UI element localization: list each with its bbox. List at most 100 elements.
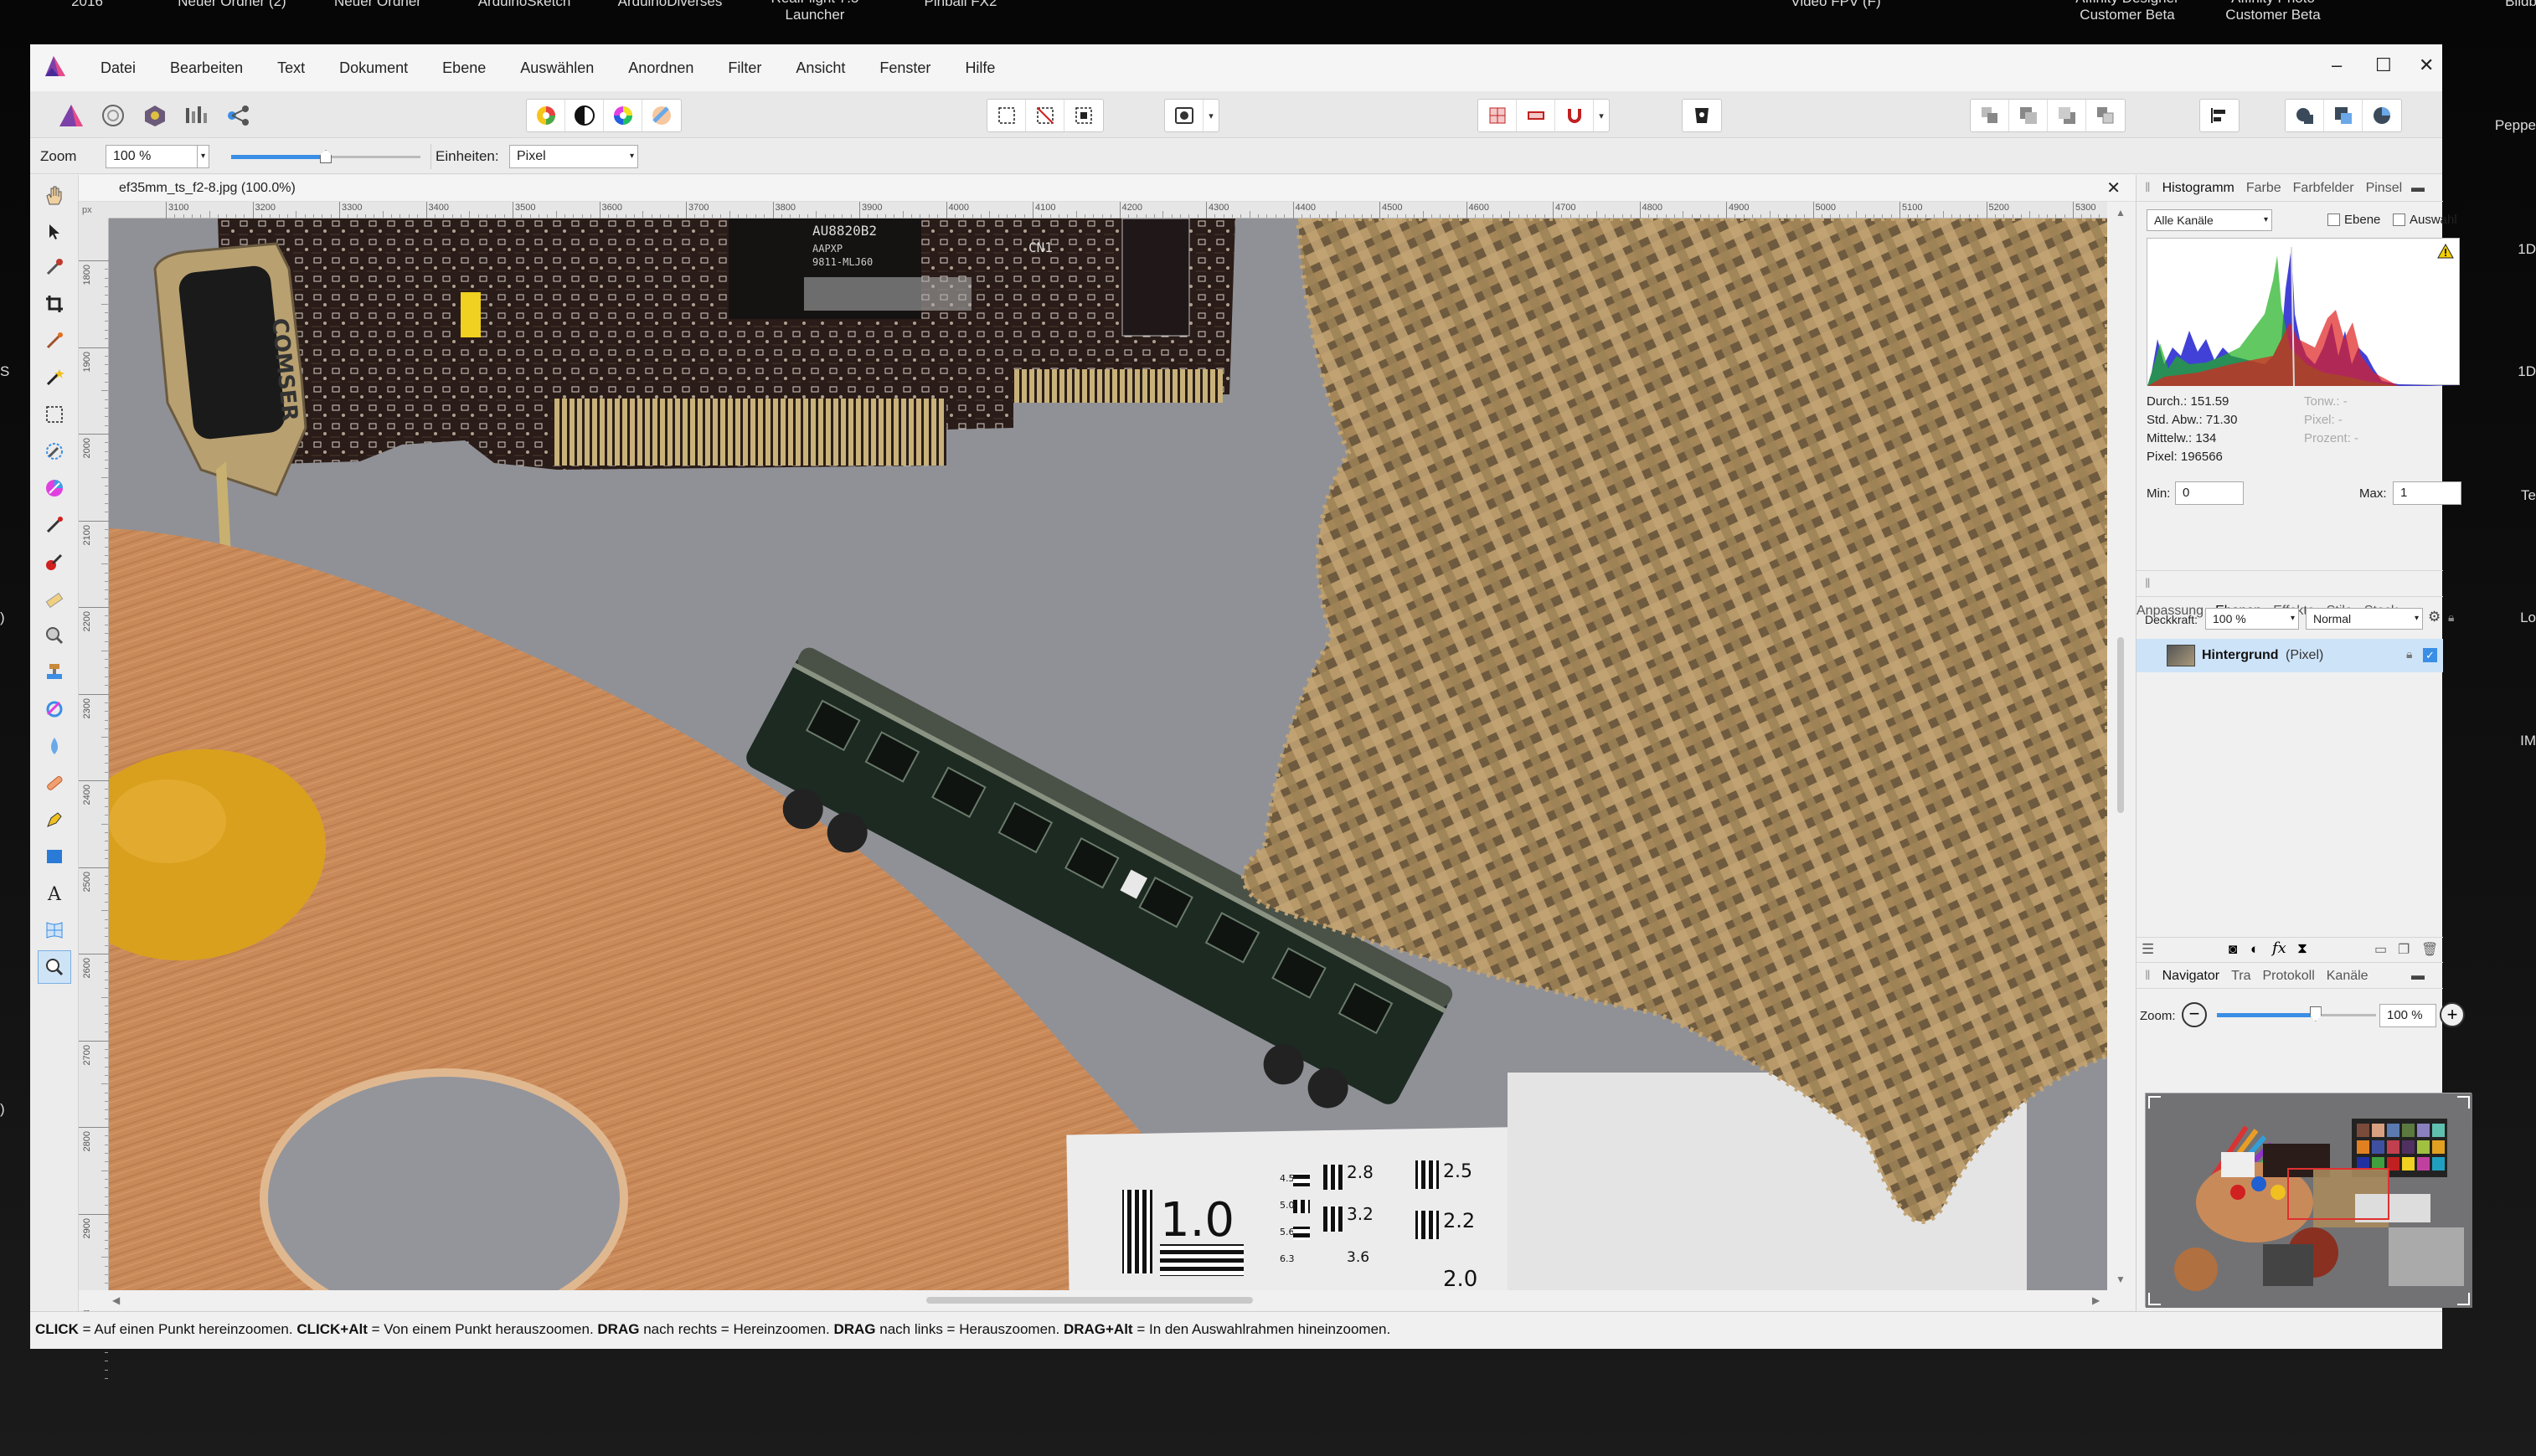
- move-back-one-icon[interactable]: [2009, 100, 2048, 131]
- quick-mask-icon[interactable]: [1165, 100, 1204, 131]
- image-canvas[interactable]: AU8820B2 AAPXP 9811-MLJ60 CN1 COMSER 1.0…: [109, 219, 2107, 1290]
- paint-tool-icon[interactable]: [38, 508, 71, 542]
- refine-tool-icon[interactable]: [38, 471, 71, 505]
- menu-item-ebene[interactable]: Ebene: [442, 59, 486, 77]
- histogram-tab-farbfelder[interactable]: Farbfelder: [2293, 181, 2354, 195]
- photo-persona-icon[interactable]: [52, 99, 90, 132]
- min-input[interactable]: 0: [2175, 481, 2244, 505]
- recolor-icon[interactable]: [642, 100, 681, 131]
- desktop-icon-label[interactable]: Lo: [2520, 610, 2536, 626]
- color-picker-tool-icon[interactable]: [38, 250, 71, 284]
- dodge-tool-icon[interactable]: [38, 619, 71, 652]
- document-tab[interactable]: ef35mm_ts_f2-8.jpg (100.0%) ✕: [79, 175, 2136, 202]
- zoom-in-button[interactable]: +: [2440, 1002, 2465, 1027]
- blend-mode-dropdown[interactable]: Normal ▾: [2306, 608, 2423, 630]
- quick-mask-dropdown[interactable]: ▾: [1204, 100, 1219, 131]
- menu-item-text[interactable]: Text: [277, 59, 305, 77]
- marquee-tool-icon[interactable]: [38, 398, 71, 431]
- menu-item-filter[interactable]: Filter: [728, 59, 761, 77]
- desktop-icon-label[interactable]: ArduinoDiverses: [595, 0, 745, 10]
- add-geometry-icon[interactable]: [2286, 100, 2324, 131]
- desktop-icon-label[interactable]: ): [0, 610, 5, 626]
- menu-item-datei[interactable]: Datei: [101, 59, 136, 77]
- liquify-persona-icon[interactable]: [94, 99, 132, 132]
- trash-icon[interactable]: 🗑︎: [2421, 941, 2438, 958]
- opacity-field[interactable]: 100 % ▾: [2205, 608, 2299, 630]
- tone-mapping-persona-icon[interactable]: [178, 99, 216, 132]
- desktop-icon-label[interactable]: 2016: [12, 0, 162, 10]
- intersect-geometry-icon[interactable]: [2363, 100, 2401, 131]
- healing-tool-icon[interactable]: [38, 766, 71, 800]
- flood-select-tool-icon[interactable]: [38, 361, 71, 394]
- zoom-field[interactable]: 100 % ▾: [106, 145, 209, 168]
- affinity-photo-logo-icon[interactable]: [42, 53, 69, 80]
- menu-item-auswählen[interactable]: Auswählen: [520, 59, 594, 77]
- select-all-icon[interactable]: [987, 100, 1026, 131]
- color-replacement-tool-icon[interactable]: [38, 545, 71, 579]
- zoom-dropdown-icon[interactable]: ▾: [196, 146, 205, 167]
- close-document-button[interactable]: ✕: [2106, 175, 2121, 202]
- mesh-warp-tool-icon[interactable]: [38, 913, 71, 947]
- zoom-tool-icon[interactable]: [38, 950, 71, 984]
- menu-item-fenster[interactable]: Fenster: [879, 59, 930, 77]
- fx-icon[interactable]: fx: [2272, 939, 2286, 957]
- layer-lock-icon[interactable]: 🔒︎: [2406, 647, 2412, 661]
- menu-item-anordnen[interactable]: Anordnen: [628, 59, 693, 77]
- navigator-zoom-slider[interactable]: [2217, 1006, 2376, 1023]
- desktop-icon-label[interactable]: Affinity Designer Customer Beta: [2052, 0, 2203, 23]
- zoom-slider[interactable]: [231, 150, 420, 163]
- layer-visibility-checkbox[interactable]: ✓: [2423, 648, 2437, 662]
- navigator-tab-navigator[interactable]: Navigator: [2162, 969, 2219, 983]
- close-window-button[interactable]: ✕: [2419, 54, 2434, 76]
- menu-item-ansicht[interactable]: Ansicht: [796, 59, 845, 77]
- gear-icon[interactable]: ⚙: [2428, 609, 2441, 625]
- move-tool-icon[interactable]: [38, 215, 71, 249]
- maximize-button[interactable]: ☐: [2375, 54, 2392, 76]
- horizontal-ruler[interactable]: 3100 3200 3300 3400 3500 3600 3700 3800 3900 4000…: [109, 202, 2152, 219]
- zoom-out-button[interactable]: −: [2182, 1002, 2207, 1027]
- desktop-icon-label[interactable]: 1D: [2518, 241, 2536, 258]
- add-layer-icon[interactable]: ❐: [2398, 941, 2410, 958]
- units-dropdown[interactable]: Pixel ▾: [509, 145, 638, 168]
- pen-tool-icon[interactable]: [38, 803, 71, 836]
- vertical-scrollbar[interactable]: ▲ ▼: [2107, 202, 2136, 1290]
- desktop-icon-label[interactable]: Video FPV (F): [1760, 0, 1911, 10]
- snapping-magnet-icon[interactable]: [1555, 100, 1594, 131]
- navigator-preview[interactable]: [2145, 1093, 2472, 1308]
- snapping-dropdown[interactable]: ▾: [1594, 100, 1609, 131]
- group-folder-icon[interactable]: ▭: [2374, 941, 2387, 958]
- snap-bounds-icon[interactable]: [1517, 100, 1555, 131]
- invert-selection-icon[interactable]: [1064, 100, 1103, 131]
- assistant-icon[interactable]: [1683, 100, 1721, 131]
- mask-layer-icon[interactable]: ◙: [2229, 941, 2237, 958]
- desktop-icon-label[interactable]: Neuer Ordner: [302, 0, 453, 10]
- hsl-icon[interactable]: [604, 100, 642, 131]
- panel-grip-icon[interactable]: ‖: [2145, 963, 2151, 990]
- desktop-icon-label[interactable]: S: [0, 363, 9, 380]
- selection-checkbox[interactable]: [2393, 214, 2405, 226]
- histogram-tab-pinsel[interactable]: Pinsel: [2366, 181, 2403, 195]
- erase-tool-icon[interactable]: [38, 582, 71, 615]
- scroll-down-icon[interactable]: ▼: [2116, 1273, 2126, 1285]
- desktop-icon-label[interactable]: Peppe: [2495, 117, 2536, 134]
- desktop-icon-label[interactable]: 1D: [2518, 363, 2536, 380]
- scroll-right-icon[interactable]: ▶: [2092, 1294, 2100, 1306]
- horizontal-scroll-thumb[interactable]: [926, 1297, 1253, 1304]
- histogram-tab-histogramm[interactable]: Histogramm: [2162, 181, 2234, 195]
- panel-menu-icon[interactable]: ▬: [2411, 175, 2425, 202]
- histogram-tab-farbe[interactable]: Farbe: [2246, 181, 2281, 195]
- view-tool-hand-icon[interactable]: [38, 178, 71, 212]
- navigator-tab-kanäle[interactable]: Kanäle: [2327, 969, 2368, 983]
- snap-grid-icon[interactable]: [1478, 100, 1517, 131]
- menu-item-dokument[interactable]: Dokument: [339, 59, 408, 77]
- navigator-zoom-field[interactable]: 100 %: [2379, 1004, 2436, 1027]
- lock-icon[interactable]: 🔒︎: [2448, 610, 2454, 625]
- layer-stack-icon[interactable]: ☰: [2142, 941, 2154, 958]
- layer-row-hintergrund[interactable]: Hintergrund (Pixel) 🔒︎ ✓: [2137, 639, 2443, 672]
- develop-persona-icon[interactable]: [136, 99, 174, 132]
- max-input[interactable]: 1: [2393, 481, 2461, 505]
- horizontal-scrollbar[interactable]: ◀ ▶: [79, 1290, 2136, 1310]
- levels-icon[interactable]: [527, 100, 565, 131]
- menu-item-hilfe[interactable]: Hilfe: [965, 59, 995, 77]
- white-balance-icon[interactable]: [565, 100, 604, 131]
